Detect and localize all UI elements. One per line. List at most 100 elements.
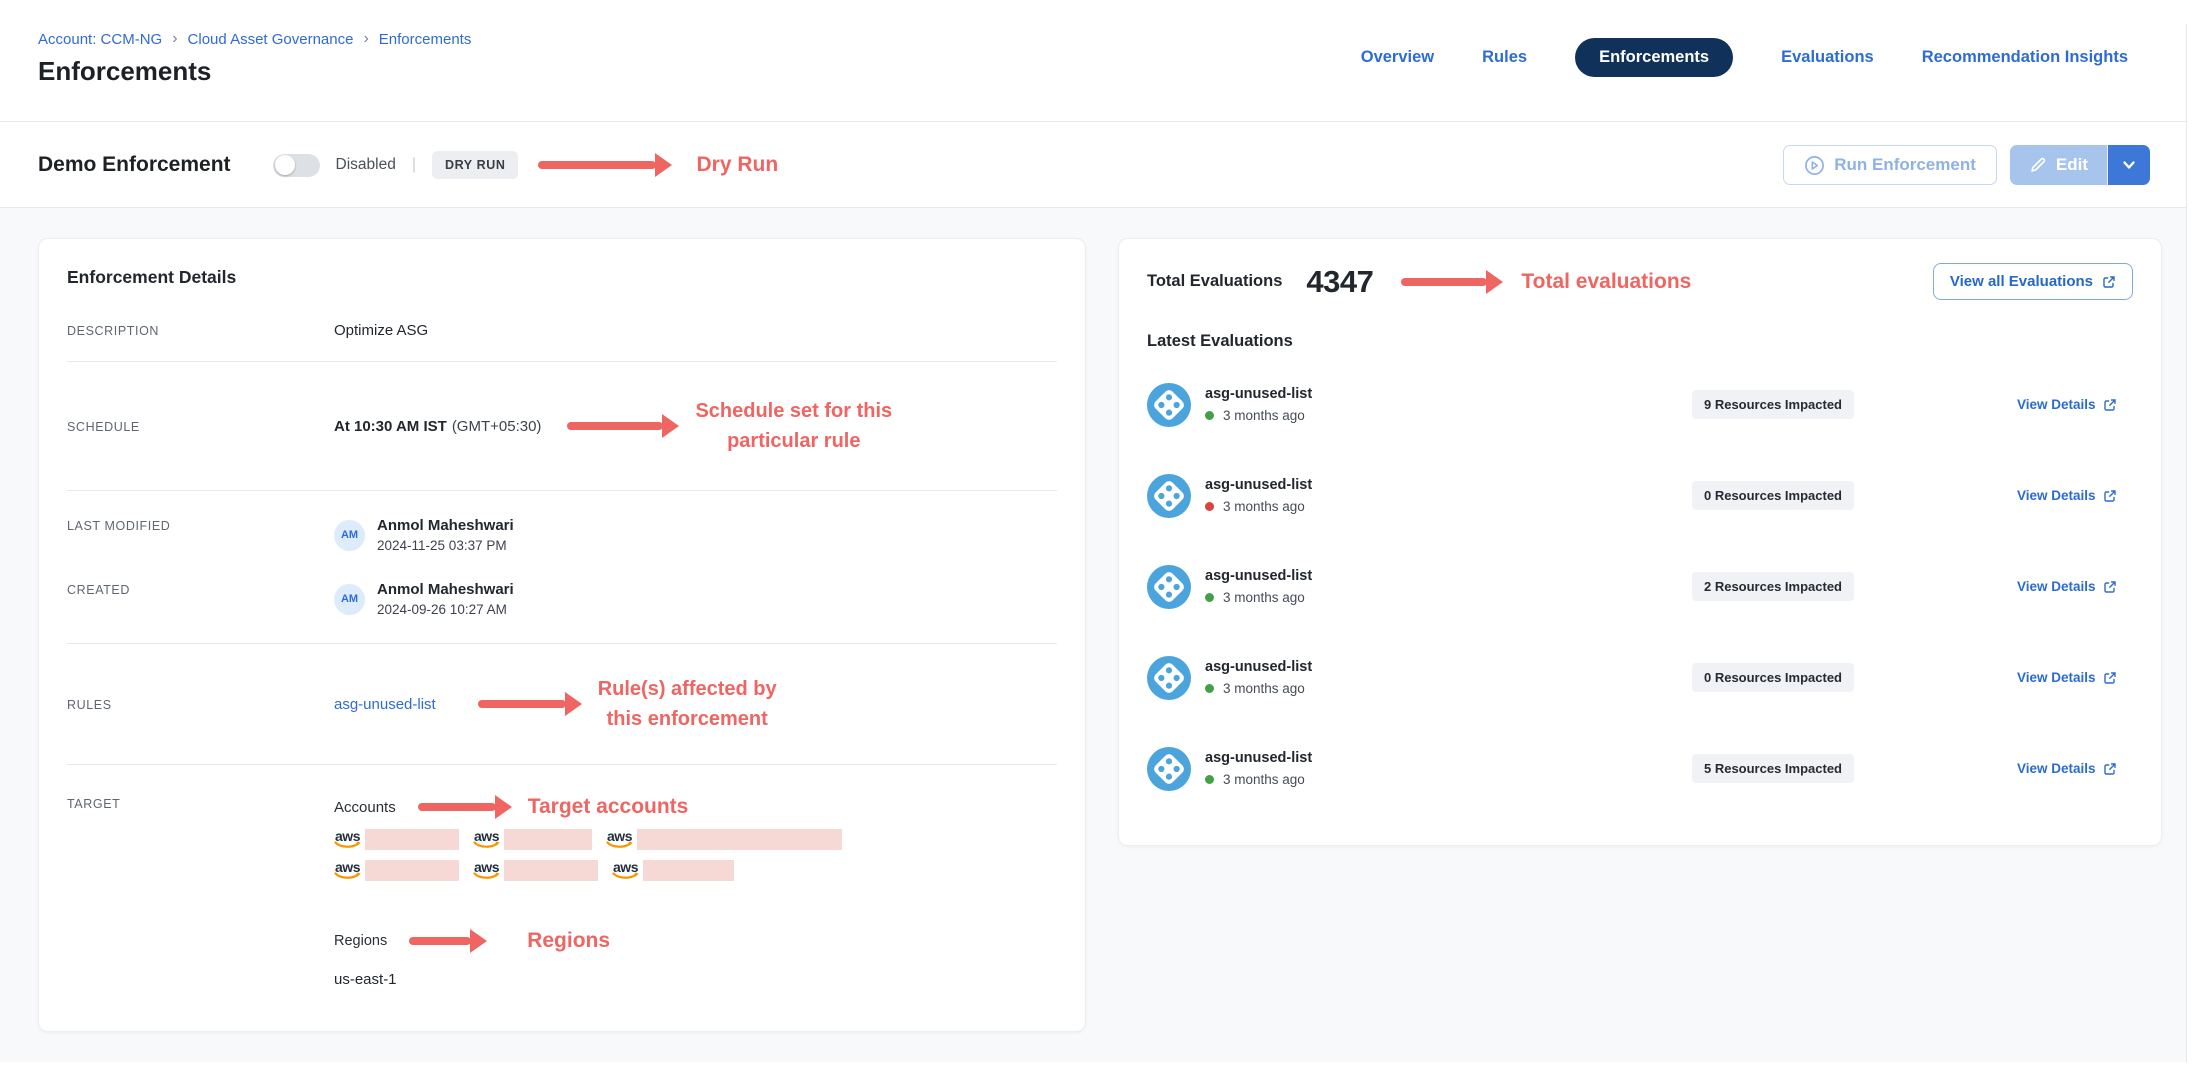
annotation-arrow	[1401, 270, 1503, 294]
evaluation-time: 3 months ago	[1223, 499, 1305, 514]
evaluations-card: Total Evaluations 4347 Total evaluations…	[1118, 238, 2162, 846]
redacted-account-bar	[643, 860, 734, 881]
description-value: Optimize ASG	[334, 322, 1057, 339]
evaluation-status-dot	[1205, 593, 1214, 602]
total-evaluations-label: Total Evaluations	[1147, 272, 1282, 291]
enforcement-header-actions: Run Enforcement Edit	[1783, 145, 2150, 185]
breadcrumb-separator-icon: ›	[172, 30, 177, 48]
redacted-account-bar	[504, 860, 598, 881]
evaluations-header: Total Evaluations 4347 Total evaluations…	[1147, 263, 2133, 300]
run-enforcement-button[interactable]: Run Enforcement	[1783, 145, 1997, 185]
created-label: CREATED	[67, 581, 334, 597]
redacted-account-bar	[365, 829, 459, 850]
annotation-schedule: Schedule set for this particular rule	[695, 396, 892, 456]
aws-smile-icon	[334, 872, 361, 881]
resources-impacted-badge: 2 Resources Impacted	[1692, 572, 1854, 601]
breadcrumb-account[interactable]: Account: CCM-NG	[38, 31, 162, 48]
view-all-evaluations-label: View all Evaluations	[1950, 273, 2093, 290]
asg-rule-icon	[1147, 474, 1191, 518]
tab-overview[interactable]: Overview	[1361, 48, 1434, 67]
tab-recommendation-insights[interactable]: Recommendation Insights	[1922, 48, 2128, 67]
view-details-link[interactable]: View Details	[1943, 579, 2133, 594]
redacted-account-bar	[504, 829, 592, 850]
aws-logo-icon: aws	[334, 829, 361, 850]
target-account-rows: aws aws aws aws	[334, 829, 1057, 881]
run-enforcement-label: Run Enforcement	[1834, 155, 1976, 175]
aws-logo-icon: aws	[473, 860, 500, 881]
last-modified-row: LAST MODIFIED AM Anmol Maheshwari 2024-1…	[67, 491, 1057, 553]
asg-rule-icon	[1147, 383, 1191, 427]
breadcrumb-page[interactable]: Enforcements	[379, 31, 472, 48]
created-row: CREATED AM Anmol Maheshwari 2024-09-26 1…	[67, 553, 1057, 643]
external-link-icon	[2103, 398, 2117, 412]
description-label: DESCRIPTION	[67, 322, 334, 338]
evaluation-status-dot	[1205, 502, 1214, 511]
modified-by-name: Anmol Maheshwari	[377, 517, 514, 534]
view-all-evaluations-button[interactable]: View all Evaluations	[1933, 263, 2133, 300]
view-details-label: View Details	[2017, 488, 2096, 503]
view-details-link[interactable]: View Details	[1943, 670, 2133, 685]
evaluation-rule-name: asg-unused-list	[1205, 386, 1312, 402]
modified-date: 2024-11-25 03:37 PM	[377, 538, 514, 553]
asg-rule-icon	[1147, 656, 1191, 700]
aws-logo-icon: aws	[334, 860, 361, 881]
dry-run-badge: DRY RUN	[432, 151, 518, 179]
schedule-timezone: (GMT+05:30)	[452, 418, 542, 435]
external-link-icon	[2103, 580, 2117, 594]
tab-bar: Overview Rules Enforcements Evaluations …	[1361, 38, 2128, 77]
target-label: TARGET	[67, 795, 334, 811]
tab-evaluations[interactable]: Evaluations	[1781, 48, 1874, 67]
tab-enforcements[interactable]: Enforcements	[1575, 38, 1733, 77]
resources-impacted-badge: 0 Resources Impacted	[1692, 663, 1854, 692]
rules-label: RULES	[67, 696, 334, 712]
external-link-icon	[2103, 762, 2117, 776]
latest-evaluations-title: Latest Evaluations	[1147, 332, 2133, 351]
avatar: AM	[334, 584, 365, 615]
regions-label: Regions	[334, 933, 387, 949]
target-account-badge: aws	[473, 829, 592, 850]
view-details-link[interactable]: View Details	[1943, 761, 2133, 776]
evaluation-time: 3 months ago	[1223, 772, 1305, 787]
annotation-dry-run: Dry Run	[696, 153, 778, 177]
page-edge-divider	[2186, 24, 2187, 1062]
view-details-label: View Details	[2017, 579, 2096, 594]
toggle-knob	[275, 155, 295, 175]
latest-evaluations-list: asg-unused-list 3 months ago 9 Resources…	[1147, 359, 2133, 814]
tab-rules[interactable]: Rules	[1482, 48, 1527, 67]
aws-smile-icon	[612, 872, 639, 881]
evaluation-time: 3 months ago	[1223, 408, 1305, 423]
accounts-label: Accounts	[334, 799, 396, 816]
evaluation-status-dot	[1205, 411, 1214, 420]
annotation-rules: Rule(s) affected by this enforcement	[598, 674, 777, 734]
top-bar: Account: CCM-NG › Cloud Asset Governance…	[0, 0, 2186, 122]
target-account-badge: aws	[473, 860, 598, 881]
view-details-label: View Details	[2017, 670, 2096, 685]
edit-button[interactable]: Edit	[2010, 145, 2108, 185]
edit-split-button: Edit	[2010, 145, 2150, 185]
rule-link[interactable]: asg-unused-list	[334, 696, 436, 713]
created-date: 2024-09-26 10:27 AM	[377, 602, 514, 617]
rules-row: RULES asg-unused-list Rule(s) affected b…	[67, 644, 1057, 764]
divider: |	[412, 156, 416, 174]
enabled-toggle[interactable]	[273, 154, 320, 177]
view-details-link[interactable]: View Details	[1943, 488, 2133, 503]
schedule-row: SCHEDULE At 10:30 AM IST(GMT+05:30) Sche…	[67, 362, 1057, 490]
resources-impacted-badge: 9 Resources Impacted	[1692, 390, 1854, 419]
region-value: us-east-1	[334, 971, 1057, 988]
evaluation-status-dot	[1205, 775, 1214, 784]
evaluation-time: 3 months ago	[1223, 681, 1305, 696]
annotation-arrow	[409, 929, 487, 953]
breadcrumb-module[interactable]: Cloud Asset Governance	[188, 31, 354, 48]
view-details-link[interactable]: View Details	[1943, 397, 2133, 412]
evaluation-row: asg-unused-list 3 months ago 0 Resources…	[1147, 450, 2133, 541]
edit-dropdown-button[interactable]	[2108, 145, 2150, 185]
circled-play-icon	[1804, 155, 1825, 176]
evaluation-row: asg-unused-list 3 months ago 2 Resources…	[1147, 541, 2133, 632]
view-details-label: View Details	[2017, 397, 2096, 412]
redacted-account-bar	[365, 860, 459, 881]
aws-smile-icon	[473, 872, 500, 881]
annotation-regions: Regions	[527, 929, 610, 953]
external-link-icon	[2103, 489, 2117, 503]
aws-logo-icon: aws	[606, 829, 633, 850]
external-link-icon	[2102, 275, 2116, 289]
